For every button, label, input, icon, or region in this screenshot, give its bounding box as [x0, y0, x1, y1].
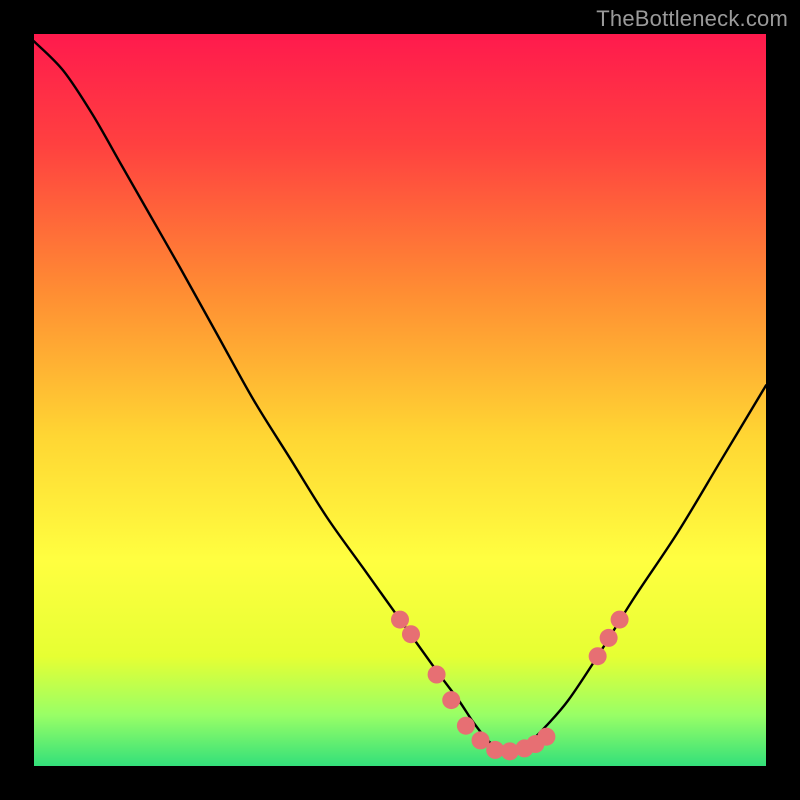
chart-frame: TheBottleneck.com	[0, 0, 800, 800]
highlight-point	[589, 647, 607, 665]
highlight-point	[537, 728, 555, 746]
highlight-point	[402, 625, 420, 643]
attribution-text: TheBottleneck.com	[596, 6, 788, 32]
gradient-background	[34, 34, 766, 766]
bottleneck-chart	[34, 34, 766, 766]
highlight-point	[428, 666, 446, 684]
highlight-point	[611, 611, 629, 629]
highlight-point	[457, 717, 475, 735]
plot-area	[34, 34, 766, 766]
highlight-point	[391, 611, 409, 629]
highlight-point	[442, 691, 460, 709]
highlight-point	[600, 629, 618, 647]
